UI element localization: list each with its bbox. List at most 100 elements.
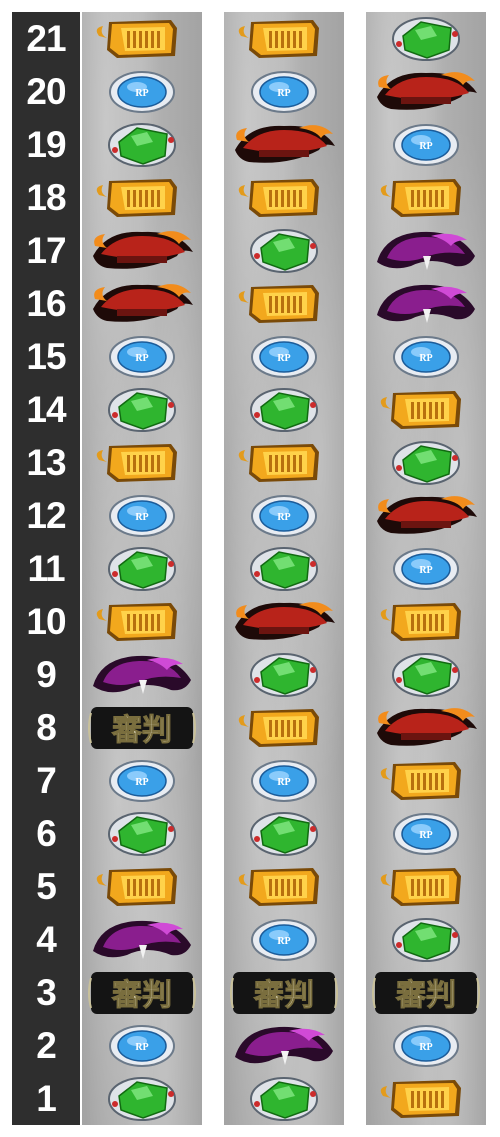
gold-temple-symbol	[224, 171, 344, 224]
green-gem-symbol-icon	[250, 228, 318, 273]
green-gem-symbol	[224, 807, 344, 860]
blue-rp-gem-symbol: RP	[224, 65, 344, 118]
blue-rp-gem-symbol-icon: RP	[393, 1024, 459, 1067]
red-phoenix-symbol-icon	[377, 71, 477, 110]
red-phoenix-symbol-icon	[235, 601, 335, 640]
green-gem-symbol	[82, 1072, 202, 1125]
green-gem-symbol-icon	[250, 546, 318, 591]
gold-temple-symbol	[366, 860, 486, 913]
blue-rp-gem-symbol: RP	[366, 542, 486, 595]
red-phoenix-symbol-icon	[377, 495, 477, 534]
gold-temple-symbol	[366, 383, 486, 436]
green-gem-symbol	[82, 383, 202, 436]
green-gem-symbol-icon	[392, 652, 460, 697]
green-gem-symbol-icon	[250, 652, 318, 697]
svg-text:審判: 審判	[111, 713, 172, 748]
purple-dragon-symbol	[82, 648, 202, 701]
gold-temple-symbol	[366, 595, 486, 648]
gold-temple-symbol-icon	[96, 19, 177, 58]
gold-temple-symbol	[82, 171, 202, 224]
red-phoenix-symbol-icon	[93, 283, 193, 322]
purple-dragon-symbol	[366, 277, 486, 330]
row-number: 12	[26, 494, 66, 536]
svg-text:RP: RP	[135, 353, 148, 364]
row-number: 8	[36, 706, 57, 748]
purple-dragon-symbol	[82, 913, 202, 966]
purple-dragon-symbol-icon	[93, 920, 191, 959]
blue-rp-gem-symbol: RP	[82, 1019, 202, 1072]
green-gem-symbol-icon	[108, 811, 176, 856]
green-gem-symbol	[82, 542, 202, 595]
svg-text:審判: 審判	[395, 978, 456, 1013]
green-gem-symbol	[366, 648, 486, 701]
reel-left: RP RP RP 審判 RP 審判 RP	[82, 12, 202, 1125]
svg-text:RP: RP	[135, 1042, 148, 1053]
row-number: 11	[27, 547, 65, 589]
svg-text:RP: RP	[277, 936, 290, 947]
red-phoenix-symbol	[224, 118, 344, 171]
row-number: 21	[26, 17, 66, 59]
blue-rp-gem-symbol: RP	[82, 754, 202, 807]
green-gem-symbol	[224, 542, 344, 595]
blue-rp-gem-symbol-icon: RP	[251, 759, 317, 802]
green-gem-symbol	[366, 913, 486, 966]
blue-rp-gem-symbol-icon: RP	[109, 759, 175, 802]
row-number: 1	[36, 1077, 57, 1119]
hanko-judgment-symbol-icon: 審判	[88, 706, 196, 749]
gold-temple-symbol	[366, 754, 486, 807]
gold-temple-symbol-icon	[238, 178, 319, 217]
svg-text:RP: RP	[419, 1042, 432, 1053]
svg-text:RP: RP	[135, 88, 148, 99]
svg-text:RP: RP	[419, 565, 432, 576]
green-gem-symbol-icon	[250, 811, 318, 856]
purple-dragon-symbol-icon	[377, 231, 475, 270]
blue-rp-gem-symbol: RP	[224, 754, 344, 807]
green-gem-symbol-icon	[108, 122, 176, 167]
gold-temple-symbol-icon	[96, 178, 177, 217]
blue-rp-gem-symbol: RP	[366, 1019, 486, 1072]
gold-temple-symbol-icon	[96, 602, 177, 641]
green-gem-symbol-icon	[392, 440, 460, 485]
green-gem-symbol	[366, 12, 486, 65]
row-number: 7	[36, 759, 57, 801]
blue-rp-gem-symbol-icon: RP	[251, 335, 317, 378]
row-number: 4	[36, 918, 57, 960]
gold-temple-symbol-icon	[238, 284, 319, 323]
row-number: 19	[26, 123, 66, 165]
blue-rp-gem-symbol-icon: RP	[393, 335, 459, 378]
row-number: 5	[36, 865, 57, 907]
row-number: 16	[26, 282, 66, 324]
gold-temple-symbol-icon	[380, 761, 461, 800]
blue-rp-gem-symbol-icon: RP	[109, 335, 175, 378]
green-gem-symbol-icon	[108, 1076, 176, 1121]
svg-text:RP: RP	[277, 512, 290, 523]
gold-temple-symbol	[366, 1072, 486, 1125]
svg-text:RP: RP	[277, 777, 290, 788]
blue-rp-gem-symbol-icon: RP	[393, 123, 459, 166]
hanko-judgment-symbol: 審判	[82, 701, 202, 754]
hanko-judgment-symbol: 審判	[366, 966, 486, 1019]
blue-rp-gem-symbol: RP	[366, 118, 486, 171]
blue-rp-gem-symbol: RP	[82, 330, 202, 383]
gold-temple-symbol-icon	[238, 867, 319, 906]
gold-temple-symbol-icon	[238, 19, 319, 58]
svg-text:審判: 審判	[253, 978, 314, 1013]
gold-temple-symbol	[366, 171, 486, 224]
red-phoenix-symbol	[82, 277, 202, 330]
red-phoenix-symbol	[224, 595, 344, 648]
blue-rp-gem-symbol-icon: RP	[109, 1024, 175, 1067]
green-gem-symbol-icon	[392, 917, 460, 962]
blue-rp-gem-symbol: RP	[82, 489, 202, 542]
red-phoenix-symbol	[366, 489, 486, 542]
gold-temple-symbol	[224, 860, 344, 913]
hanko-judgment-symbol-icon: 審判	[372, 971, 480, 1014]
purple-dragon-symbol-icon	[93, 655, 191, 694]
green-gem-symbol-icon	[108, 387, 176, 432]
row-number: 14	[26, 388, 66, 430]
gold-temple-symbol-icon	[380, 867, 461, 906]
green-gem-symbol	[366, 436, 486, 489]
svg-text:RP: RP	[135, 777, 148, 788]
row-number: 18	[26, 176, 66, 218]
row-number: 20	[26, 70, 66, 112]
blue-rp-gem-symbol-icon: RP	[251, 70, 317, 113]
